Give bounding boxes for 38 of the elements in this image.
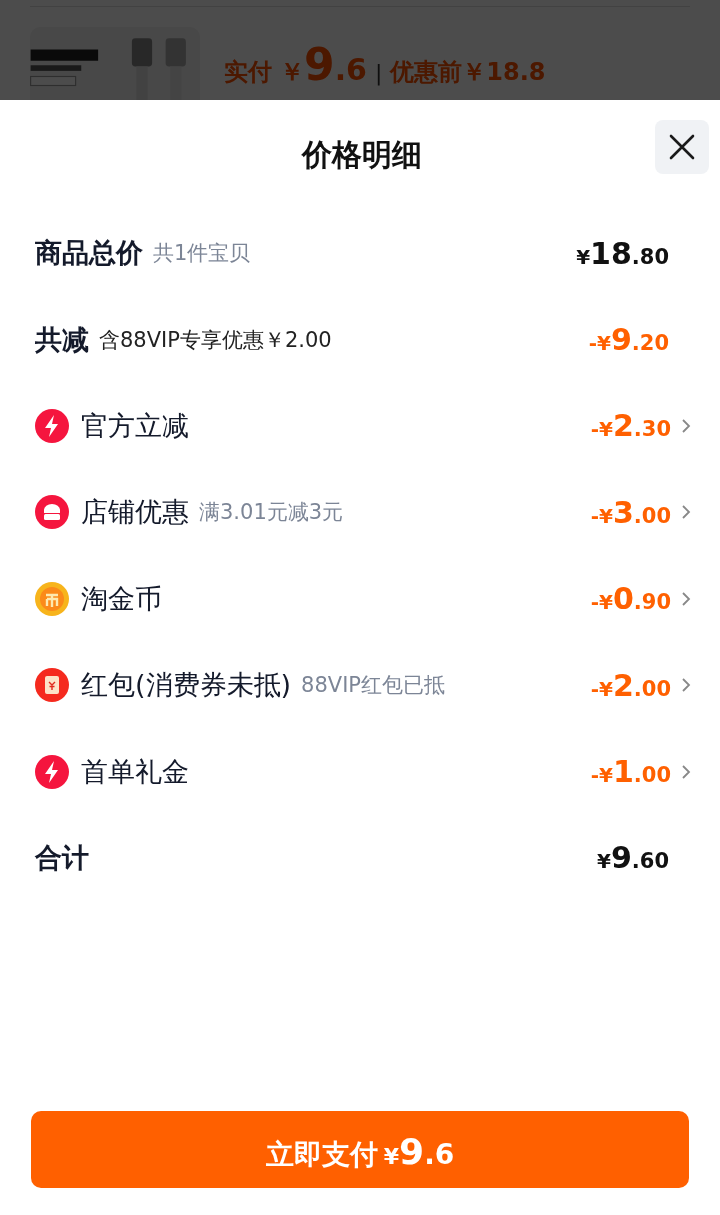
coin-icon	[35, 581, 69, 616]
discount-label: 红包(消费券未抵)	[81, 668, 292, 703]
row-amount: -¥2.00	[590, 667, 671, 703]
discount-label: 店铺优惠	[81, 495, 189, 530]
row-amount: ¥9.60	[597, 840, 669, 876]
row-note: 共1件宝贝	[153, 240, 251, 268]
paid-label: 实付	[224, 57, 272, 88]
close-icon	[669, 134, 695, 160]
separator: |	[374, 60, 383, 85]
row-amount: -¥0.90	[590, 581, 671, 617]
chevron-right-icon[interactable]	[681, 677, 691, 694]
discount-label: 官方立减	[81, 408, 189, 443]
row-note: 88VIP红包已抵	[301, 672, 446, 700]
summary-label: 合计	[35, 840, 89, 875]
discount-label: 首单礼金	[81, 754, 189, 789]
paid-price: ￥9.6	[280, 39, 367, 90]
chevron-right-icon[interactable]	[681, 417, 691, 434]
row-amount: -¥9.20	[588, 322, 669, 358]
row-amount: -¥1.00	[590, 754, 671, 790]
row-amount: ¥18.80	[576, 235, 669, 271]
chevron-right-icon[interactable]	[681, 763, 691, 780]
chevron-right-icon[interactable]	[681, 590, 691, 607]
sheet-title: 价格明细	[302, 135, 422, 174]
summary-label: 商品总价	[35, 236, 143, 271]
row-amount: -¥3.00	[590, 494, 671, 530]
original-price: 优惠前￥18.8	[390, 57, 546, 88]
row-note: 满3.01元减3元	[199, 499, 344, 527]
row-amount: -¥2.30	[590, 408, 671, 444]
row-note: 含88VIP专享优惠￥2.00	[99, 326, 332, 354]
close-button[interactable]	[655, 120, 709, 174]
summary-label: 共减	[35, 322, 89, 357]
pay-button[interactable]: 立即支付 ¥9.6	[31, 1111, 689, 1188]
chevron-right-icon[interactable]	[681, 504, 691, 521]
discount-label: 淘金币	[81, 581, 162, 616]
shop-icon	[35, 495, 69, 530]
envelope-icon	[35, 668, 69, 703]
lightning-icon	[35, 408, 69, 443]
lightning-icon	[35, 754, 69, 789]
